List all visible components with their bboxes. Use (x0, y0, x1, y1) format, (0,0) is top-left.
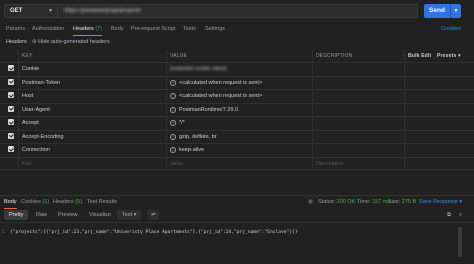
table-row: Host i <calculated when request is sent> (0, 89, 474, 103)
scrollbar[interactable] (458, 227, 462, 257)
response-body: 1 {"projects":[{"prj_id":23,"prj_name":"… (0, 222, 474, 264)
format-select[interactable]: Text ▾ (117, 210, 142, 220)
wrap-lines-icon[interactable]: ⇌ (148, 210, 159, 220)
info-icon: i (170, 120, 176, 126)
row-value[interactable]: i gzip, deflate, br (170, 131, 313, 144)
response-view-options: Pretty Raw Preview Visualize Text ▾ ⇌ ⧉ … (0, 208, 474, 222)
response-body-text[interactable]: {"projects":[{"prj_id":23,"prj_name":"Un… (10, 230, 298, 235)
cookies-link[interactable]: Cookies (441, 24, 461, 34)
chevron-down-icon: ▼ (48, 8, 53, 14)
row-description[interactable] (316, 144, 404, 157)
row-description[interactable] (316, 90, 404, 103)
row-key[interactable]: Host (22, 90, 165, 103)
row-value[interactable]: i */* (170, 117, 313, 130)
headers-subrow: Headers ⊘ Hide auto-generated headers (0, 38, 474, 48)
column-divider (18, 50, 19, 168)
line-number: 1 (2, 230, 5, 235)
tab-settings[interactable]: Settings (205, 24, 225, 36)
info-icon: i (170, 79, 176, 86)
view-visualize-button[interactable]: Visualize (84, 210, 116, 220)
headers-count: (7) (95, 26, 103, 32)
row-checkbox[interactable] (8, 104, 16, 117)
send-button[interactable]: Send (424, 4, 450, 18)
headers-label: Headers (6, 39, 27, 45)
row-key[interactable]: User-Agent (22, 104, 165, 117)
row-checkbox[interactable] (8, 63, 16, 76)
table-row: Connection i keep-alive (0, 143, 474, 157)
row-description[interactable] (316, 77, 404, 90)
chevron-down-icon: ▼ (453, 8, 459, 14)
row-key[interactable]: Accept-Encoding (22, 131, 165, 144)
row-value[interactable]: i <calculated when request is sent> (170, 90, 313, 103)
table-row: Accept-Encoding i gzip, deflate, br (0, 129, 474, 144)
eye-off-icon: ⊘ (32, 39, 37, 45)
row-checkbox[interactable] (8, 77, 16, 90)
row-value[interactable]: i PostmanRuntime/7.29.0 (170, 104, 313, 117)
url-input[interactable]: https://[redacted]/api/projects (58, 4, 418, 18)
info-icon: i (170, 93, 176, 99)
tab-params[interactable]: Params (6, 24, 25, 36)
row-checkbox[interactable] (8, 131, 16, 144)
tab-pre-request-script[interactable]: Pre-request Script (131, 24, 175, 36)
row-key[interactable]: Accept (22, 117, 165, 130)
info-icon: i (170, 106, 176, 113)
info-icon: i (170, 133, 176, 140)
row-key[interactable]: Cookie (22, 63, 165, 76)
tab-authorization[interactable]: Authorization (32, 24, 64, 36)
hide-auto-headers-toggle[interactable]: ⊘ Hide auto-generated headers (32, 39, 110, 45)
new-value-input[interactable]: Value (170, 158, 313, 171)
view-pretty-button[interactable]: Pretty (4, 210, 29, 220)
table-row: User-Agent i PostmanRuntime/7.29.0 (0, 102, 474, 117)
tab-tests[interactable]: Tests (183, 24, 196, 36)
column-divider (312, 50, 313, 168)
row-description[interactable] (316, 117, 404, 130)
row-checkbox[interactable] (8, 144, 16, 157)
table-row: Cookie [redacted cookie value] (0, 62, 474, 76)
response-tabs-bar: Body Cookies (1) Headers (5) Test Result… (0, 195, 474, 209)
row-description[interactable] (316, 63, 404, 76)
row-description[interactable] (316, 131, 404, 144)
row-description[interactable] (316, 104, 404, 117)
new-description-input[interactable]: Description (316, 158, 404, 171)
headers-table: KEY VALUE DESCRIPTION ⋯ Bulk Edit Preset… (0, 50, 474, 171)
view-raw-button[interactable]: Raw (31, 210, 52, 220)
tab-headers[interactable]: Headers (7) (73, 24, 103, 36)
request-tabs: Params Authorization Headers (7) Body Pr… (0, 24, 474, 36)
search-icon[interactable]: ⌕ (454, 210, 467, 220)
table-row: Postman-Token i <calculated when request … (0, 75, 474, 90)
new-key-input[interactable]: Key (22, 158, 165, 171)
row-value[interactable]: i <calculated when request is sent> (170, 77, 313, 90)
column-divider (166, 50, 167, 168)
view-preview-button[interactable]: Preview (53, 210, 83, 220)
row-checkbox[interactable] (8, 90, 16, 103)
row-value[interactable]: i keep-alive (170, 144, 313, 157)
row-key[interactable]: Postman-Token (22, 77, 165, 90)
info-icon: i (170, 147, 176, 153)
send-dropdown-button[interactable]: ▼ (450, 4, 461, 18)
row-value[interactable]: [redacted cookie value] (170, 63, 313, 76)
tab-body[interactable]: Body (111, 24, 124, 36)
column-divider (404, 50, 405, 168)
url-text: https://[redacted]/api/projects (64, 8, 142, 14)
table-row: Accept i */* (0, 116, 474, 130)
method-select[interactable]: GET ▼ (4, 4, 58, 18)
row-key[interactable]: Connection (22, 144, 165, 157)
row-checkbox[interactable] (8, 117, 16, 130)
method-label: GET (10, 8, 23, 14)
table-row-empty: Key Value Description (0, 156, 474, 171)
